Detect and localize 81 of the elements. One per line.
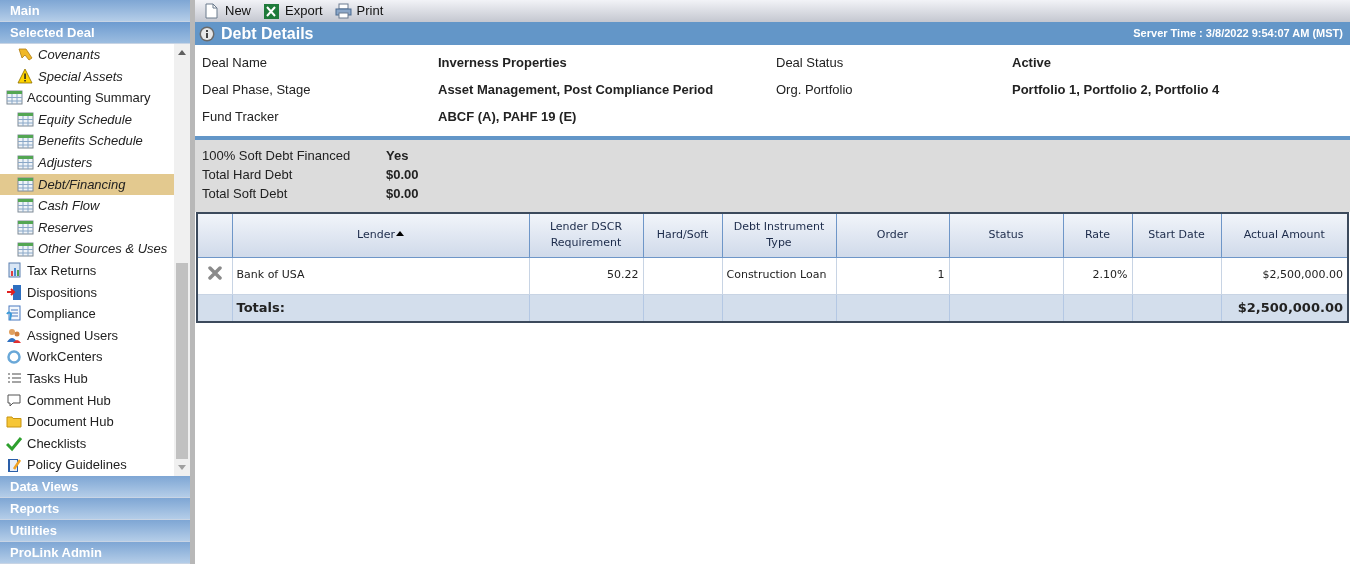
table-icon [17, 240, 34, 258]
toolbar-button[interactable]: Export [263, 1, 323, 21]
field-label: Deal Status [776, 53, 845, 72]
table-cell: Bank of USA [232, 257, 529, 294]
field-value: Inverness Properties [438, 53, 568, 72]
notebook-icon [6, 456, 23, 474]
table-cell: 50.22 [529, 257, 643, 294]
column-header[interactable]: Debt Instrument Type [722, 213, 836, 257]
nav-item[interactable]: Tax Returns [0, 259, 174, 282]
sort-ascending-icon[interactable] [395, 230, 404, 236]
column-header[interactable]: Hard/Soft [643, 213, 722, 257]
scrollbar[interactable] [174, 44, 190, 476]
field-value: Yes [386, 146, 410, 165]
nav-item[interactable]: Assigned Users [0, 324, 174, 347]
nav-item[interactable]: Benefits Schedule [0, 130, 174, 152]
nav-item[interactable]: Reserves [0, 216, 174, 239]
spreadsheet-icon [263, 2, 280, 20]
field-value: Asset Management, Post Compliance Period [438, 80, 715, 99]
column-header[interactable]: Lender DSCR Requirement [529, 213, 643, 257]
nav-item[interactable]: Policy Guidelines [0, 454, 174, 476]
nav-item[interactable]: WorkCenters [0, 346, 174, 368]
check-icon [6, 435, 23, 452]
table-icon [17, 132, 34, 150]
field-label: Org. Portfolio [776, 80, 854, 99]
field-value: Portfolio 1, Portfolio 2, Portfolio 4 [1012, 80, 1221, 99]
table-icon [17, 175, 34, 193]
nav-item[interactable]: Special Assets [0, 65, 174, 88]
users-icon [6, 327, 23, 344]
column-header[interactable]: Status [949, 213, 1063, 257]
server-time: Server Time : 3/8/2022 9:54:07 AM (MST) [1133, 26, 1344, 42]
nav-item[interactable]: Cash Flow [0, 195, 174, 217]
field-label: Deal Name [202, 53, 269, 72]
nav-item[interactable]: Debt/Financing [0, 173, 174, 196]
field-label: Deal Phase, Stage [202, 80, 312, 99]
table-icon [17, 197, 34, 215]
field-value: Active [1012, 53, 1053, 72]
printer-icon [334, 2, 352, 20]
column-header[interactable]: Lender [232, 213, 529, 257]
table-icon [17, 111, 34, 129]
nav-item[interactable]: Comment Hub [0, 389, 174, 412]
nav-item[interactable]: Tasks Hub [0, 367, 174, 390]
comment-icon [6, 391, 23, 409]
field-label: Total Soft Debt [202, 184, 289, 203]
nav-item[interactable]: Document Hub [0, 411, 174, 433]
table-cell: 2.10% [1063, 257, 1132, 294]
toolbar-button[interactable]: Print [334, 1, 384, 21]
nav-item[interactable]: Covenants [0, 44, 174, 66]
nav-item[interactable]: Equity Schedule [0, 108, 174, 131]
warning-icon [17, 67, 34, 85]
field-label: 100% Soft Debt Financed [202, 146, 352, 165]
table-icon [17, 154, 34, 172]
header-cell [197, 213, 232, 257]
nav-item[interactable]: Other Sources & Uses [0, 238, 174, 260]
nav-item[interactable]: Checklists [0, 432, 174, 455]
report-icon [6, 262, 23, 280]
nav-item[interactable]: Adjusters [0, 151, 174, 174]
delete-icon[interactable] [207, 265, 222, 280]
column-header[interactable]: Order [836, 213, 949, 257]
field-value: $0.00 [386, 184, 420, 203]
table-cell: Construction Loan [722, 257, 836, 294]
table-icon [17, 219, 34, 237]
nav-item[interactable]: Compliance [0, 303, 174, 325]
field-value: ABCF (A), PAHF 19 (E) [438, 107, 578, 126]
document-icon [6, 305, 23, 323]
field-label: Fund Tracker [202, 107, 280, 126]
toolbar-button[interactable]: New [203, 1, 251, 21]
field-value: $0.00 [386, 165, 420, 184]
info-icon [199, 25, 215, 42]
nav-item[interactable]: Dispositions [0, 281, 174, 304]
folder-icon [6, 413, 23, 431]
panel-title: Debt Details [221, 23, 314, 44]
door-icon [6, 283, 23, 301]
table-icon [6, 89, 23, 107]
table-cell: 1 [836, 257, 949, 294]
column-header[interactable]: Rate [1063, 213, 1132, 257]
field-label: Total Hard Debt [202, 165, 294, 184]
document-icon [203, 2, 220, 20]
nav-item[interactable]: Accounting Summary [0, 87, 174, 109]
column-header[interactable]: Start Date [1132, 213, 1221, 257]
ring-icon [6, 348, 23, 366]
scrollbar-thumb[interactable] [176, 263, 188, 459]
